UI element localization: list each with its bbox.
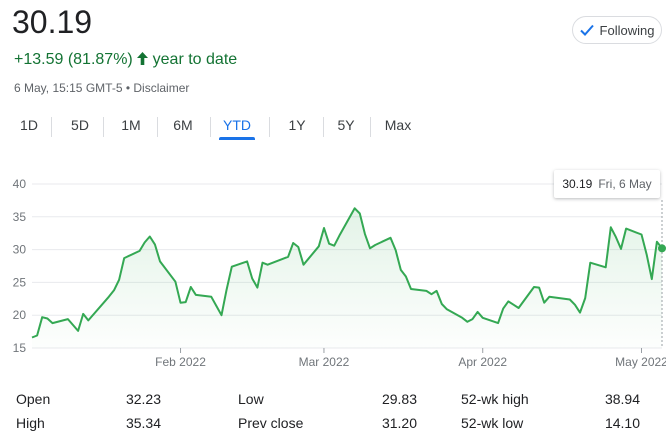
x-tick-label: Feb 2022 bbox=[155, 355, 206, 369]
stat-open-label: Open bbox=[16, 391, 51, 407]
y-tick-label: 15 bbox=[13, 341, 27, 355]
timestamp-disclaimer[interactable]: 6 May, 15:15 GMT-5 • Disclaimer bbox=[14, 80, 189, 96]
tooltip-price: 30.19 bbox=[562, 177, 593, 191]
stat-prev-close-label: Prev close bbox=[238, 415, 304, 431]
stat-52wk-low-value: 14.10 bbox=[604, 415, 640, 431]
tab-divider bbox=[51, 117, 52, 137]
current-point bbox=[658, 244, 666, 253]
price-value: 30.19 bbox=[12, 4, 93, 40]
x-tick-label: Mar 2022 bbox=[299, 355, 350, 369]
price-change: +13.59 (81.87%) year to date bbox=[14, 50, 237, 70]
tab-ytd[interactable]: YTD bbox=[219, 114, 255, 140]
y-tick-label: 20 bbox=[13, 308, 27, 322]
tab-divider bbox=[103, 117, 104, 137]
stat-open-value: 32.23 bbox=[125, 391, 161, 407]
stat-low-value: 29.83 bbox=[381, 391, 417, 407]
tab-1d[interactable]: 1D bbox=[14, 114, 44, 140]
tab-1y[interactable]: 1Y bbox=[280, 114, 314, 140]
tab-divider bbox=[210, 117, 211, 137]
y-tick-label: 30 bbox=[13, 243, 27, 257]
stat-52wk-high-label: 52-wk high bbox=[461, 391, 529, 407]
stat-high-label: High bbox=[16, 415, 45, 431]
tab-5d[interactable]: 5D bbox=[63, 114, 97, 140]
stat-52wk-high-value: 38.94 bbox=[604, 391, 640, 407]
stat-52wk-low-label: 52-wk low bbox=[461, 415, 524, 431]
tab-6m[interactable]: 6M bbox=[166, 114, 200, 140]
y-tick-label: 40 bbox=[13, 177, 27, 191]
tab-1m[interactable]: 1M bbox=[114, 114, 148, 140]
tab-divider bbox=[269, 117, 270, 137]
arrow-up-icon bbox=[137, 51, 152, 68]
tab-divider bbox=[370, 117, 371, 137]
following-label: Following bbox=[599, 22, 655, 38]
price-area bbox=[32, 208, 662, 348]
tab-max[interactable]: Max bbox=[379, 114, 417, 140]
stat-low-label: Low bbox=[238, 391, 264, 407]
y-tick-label: 25 bbox=[13, 275, 27, 289]
tab-5y[interactable]: 5Y bbox=[329, 114, 363, 140]
stat-prev-close-value: 31.20 bbox=[381, 415, 417, 431]
tab-divider bbox=[157, 117, 158, 137]
tab-divider bbox=[323, 117, 324, 137]
x-tick-label: May 2022 bbox=[615, 355, 666, 369]
x-tick-label: Apr 2022 bbox=[458, 355, 507, 369]
following-button[interactable]: Following bbox=[572, 16, 662, 44]
y-tick-label: 35 bbox=[13, 210, 27, 224]
stat-high-value: 35.34 bbox=[125, 415, 161, 431]
chart-tooltip: 30.19 Fri, 6 May bbox=[554, 170, 660, 198]
change-amount: +13.59 (81.87%) bbox=[14, 51, 133, 68]
tooltip-date: Fri, 6 May bbox=[598, 177, 652, 191]
change-period: year to date bbox=[152, 51, 238, 68]
check-icon bbox=[579, 24, 594, 36]
